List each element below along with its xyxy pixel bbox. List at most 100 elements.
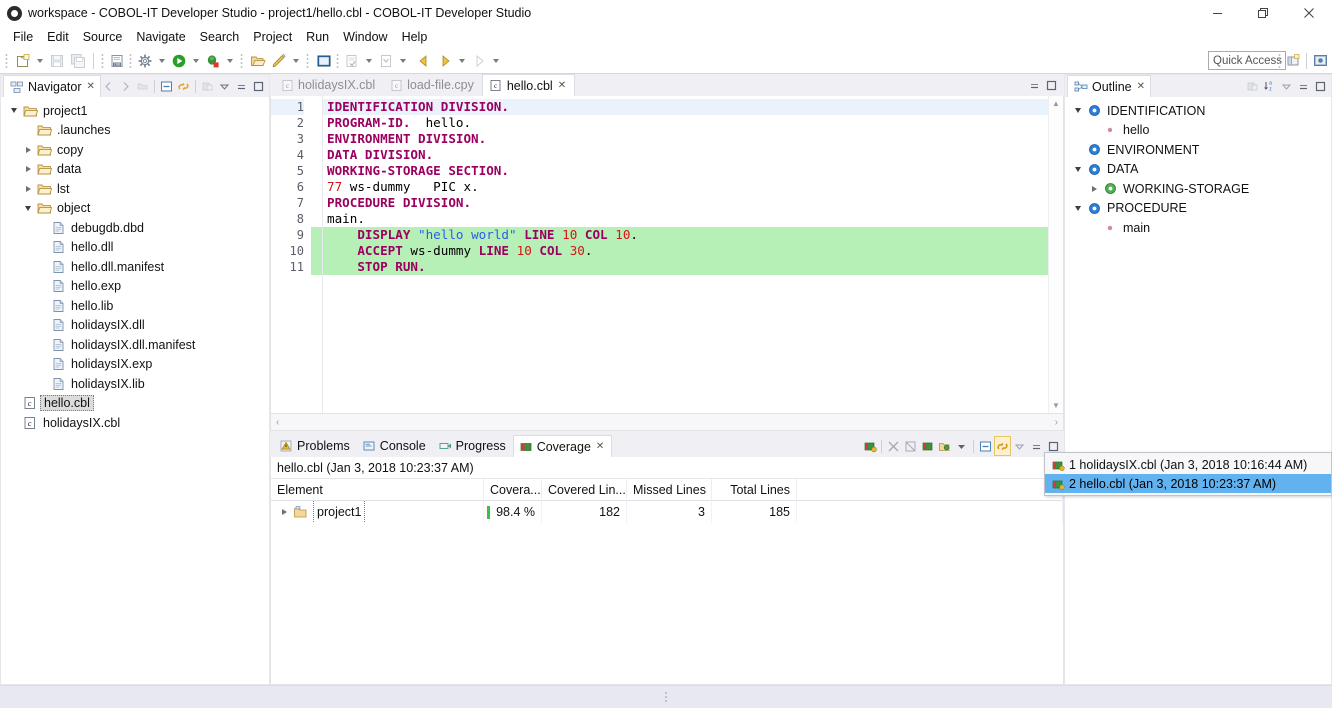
table-row[interactable]: project1 98.4 % 182 3 185: [271, 501, 1063, 523]
navigator-tree-item[interactable]: hello.lib: [1, 296, 269, 316]
console-icon[interactable]: [313, 50, 334, 71]
navigator-tree-item[interactable]: hello.exp: [1, 277, 269, 297]
navigator-tree-item[interactable]: cholidaysIX.cbl: [1, 413, 269, 433]
view-menu-icon[interactable]: [1278, 76, 1295, 96]
navigator-forward-icon[interactable]: [117, 76, 134, 96]
navigator-tree-item[interactable]: hello.dll.manifest: [1, 257, 269, 277]
minimize-icon[interactable]: [1295, 76, 1312, 96]
cobol-perspective-icon[interactable]: [1310, 51, 1330, 70]
editor-horizontal-scrollbar[interactable]: ‹ ›: [270, 414, 1064, 431]
tree-twisty-expanded-icon[interactable]: [1071, 160, 1085, 179]
scroll-up-icon[interactable]: ▲: [1049, 96, 1063, 111]
open-perspective-icon[interactable]: [1283, 51, 1303, 70]
code-line[interactable]: ENVIRONMENT DIVISION.: [323, 131, 1063, 147]
editor-tab-loadfile[interactable]: c load-file.cpy: [383, 74, 482, 96]
link-with-editor-icon[interactable]: [994, 436, 1011, 456]
toolbar-drag-handle-2[interactable]: [101, 53, 104, 69]
navigator-tree-item[interactable]: copy: [1, 140, 269, 160]
tab-navigator[interactable]: Navigator ✕: [3, 75, 101, 97]
maximize-icon[interactable]: [250, 76, 267, 96]
editor-tab-hello[interactable]: c hello.cbl ✕: [482, 74, 575, 96]
outline-tree-item[interactable]: main: [1065, 218, 1331, 238]
tree-twisty-expanded-icon[interactable]: [7, 101, 21, 120]
outline-tree-item[interactable]: ENVIRONMENT: [1065, 140, 1331, 160]
tree-twisty-collapsed-icon[interactable]: [21, 140, 35, 159]
navigator-back-icon[interactable]: [100, 76, 117, 96]
status-bar-resize-grip[interactable]: [664, 691, 668, 703]
run-dropdown-arrow-icon[interactable]: [189, 50, 202, 71]
view-menu-icon[interactable]: [1011, 436, 1028, 456]
navigator-tree-item[interactable]: .launches: [1, 121, 269, 141]
tree-twisty-expanded-icon[interactable]: [21, 199, 35, 218]
build-icon[interactable]: [134, 50, 155, 71]
tab-outline[interactable]: Outline ✕: [1067, 75, 1151, 97]
code-line[interactable]: main.: [323, 211, 1063, 227]
last-edit-dropdown-arrow-icon[interactable]: [489, 50, 502, 71]
code-line[interactable]: PROCEDURE DIVISION.: [323, 195, 1063, 211]
next-annotation-icon[interactable]: [375, 50, 396, 71]
minimize-icon[interactable]: [1028, 436, 1045, 456]
navigator-tree-item[interactable]: holidaysIX.exp: [1, 355, 269, 375]
outline-close-icon[interactable]: ✕: [1137, 81, 1145, 92]
view-menu-icon[interactable]: [216, 76, 233, 96]
navigator-tree-item[interactable]: project1: [1, 101, 269, 121]
editor-vertical-scrollbar[interactable]: ▲ ▼: [1048, 96, 1063, 413]
column-header-element[interactable]: Element: [271, 479, 484, 501]
sort-alphabetically-icon[interactable]: a z: [1261, 76, 1278, 96]
tree-twisty-collapsed-icon[interactable]: [21, 179, 35, 198]
run-icon[interactable]: [168, 50, 189, 71]
editor-tab-holidaysix[interactable]: c holidaysIX.cbl: [274, 74, 383, 96]
save-all-icon[interactable]: [67, 50, 88, 71]
scroll-down-icon[interactable]: ▼: [1049, 398, 1063, 413]
menu-window[interactable]: Window: [336, 28, 394, 46]
coverage-session-dropdown[interactable]: 1 holidaysIX.cbl (Jan 3, 2018 10:16:44 A…: [1044, 452, 1332, 496]
session-dropdown-item[interactable]: 2 hello.cbl (Jan 3, 2018 10:23:37 AM): [1045, 474, 1331, 493]
navigator-tree-item[interactable]: chello.cbl: [1, 394, 269, 414]
outline-tree-item[interactable]: WORKING-STORAGE: [1065, 179, 1331, 199]
outline-tree-item[interactable]: PROCEDURE: [1065, 199, 1331, 219]
code-line[interactable]: PROGRAM-ID. hello.: [323, 115, 1063, 131]
toolbar-drag-handle[interactable]: [5, 53, 8, 69]
coverage-tab-close-icon[interactable]: ✕: [596, 441, 604, 452]
menu-navigate[interactable]: Navigate: [129, 28, 192, 46]
column-header-covered-lines[interactable]: Covered Lin...: [542, 479, 627, 501]
tree-twisty-expanded-icon[interactable]: [1071, 101, 1085, 120]
tab-console[interactable]: Console: [357, 435, 433, 457]
forward-icon[interactable]: [434, 50, 455, 71]
code-line[interactable]: 77 ws-dummy PIC x.: [323, 179, 1063, 195]
code-line[interactable]: ACCEPT ws-dummy LINE 10 COL 30.: [323, 243, 1063, 259]
hscroll-right-icon[interactable]: ›: [1055, 417, 1058, 428]
outline-tree-item[interactable]: DATA: [1065, 160, 1331, 180]
column-header-total-lines[interactable]: Total Lines: [712, 479, 797, 501]
menu-edit[interactable]: Edit: [40, 28, 76, 46]
history-dropdown-arrow-icon[interactable]: [455, 50, 468, 71]
tab-coverage[interactable]: Coverage ✕: [513, 435, 613, 457]
maximize-button[interactable]: [1240, 0, 1286, 26]
tree-twisty-collapsed-icon[interactable]: [21, 160, 35, 179]
navigator-tree-item[interactable]: lst: [1, 179, 269, 199]
debug-dropdown-arrow-icon[interactable]: [223, 50, 236, 71]
save-icon[interactable]: [46, 50, 67, 71]
collapse-all-icon[interactable]: [158, 76, 175, 96]
menu-search[interactable]: Search: [193, 28, 247, 46]
compile-cobol-icon[interactable]: COB: [106, 50, 127, 71]
editor-minimize-icon[interactable]: [1026, 75, 1043, 95]
navigator-close-icon[interactable]: ✕: [87, 81, 95, 92]
cell-element[interactable]: project1: [271, 501, 484, 523]
maximize-icon[interactable]: [1312, 76, 1329, 96]
import-session-icon[interactable]: [919, 436, 936, 456]
terminate-icon[interactable]: [341, 50, 362, 71]
row-expand-twisty-icon[interactable]: [277, 503, 291, 522]
tab-progress[interactable]: Progress: [433, 435, 513, 457]
build-dropdown-arrow-icon[interactable]: [155, 50, 168, 71]
next-annotation-dropdown-arrow-icon[interactable]: [396, 50, 409, 71]
session-dropdown-item[interactable]: 1 holidaysIX.cbl (Jan 3, 2018 10:16:44 A…: [1045, 455, 1331, 474]
quick-access-input[interactable]: Quick Access: [1208, 51, 1286, 70]
code-line[interactable]: DISPLAY "hello world" LINE 10 COL 10.: [323, 227, 1063, 243]
toolbar-drag-handle-3[interactable]: [129, 53, 132, 69]
menu-run[interactable]: Run: [299, 28, 336, 46]
code-line[interactable]: STOP RUN.: [323, 259, 1063, 275]
toolbar-drag-handle-6[interactable]: [336, 53, 339, 69]
coverage-collapse-icon[interactable]: [977, 436, 994, 456]
navigator-tree-item[interactable]: debugdb.dbd: [1, 218, 269, 238]
